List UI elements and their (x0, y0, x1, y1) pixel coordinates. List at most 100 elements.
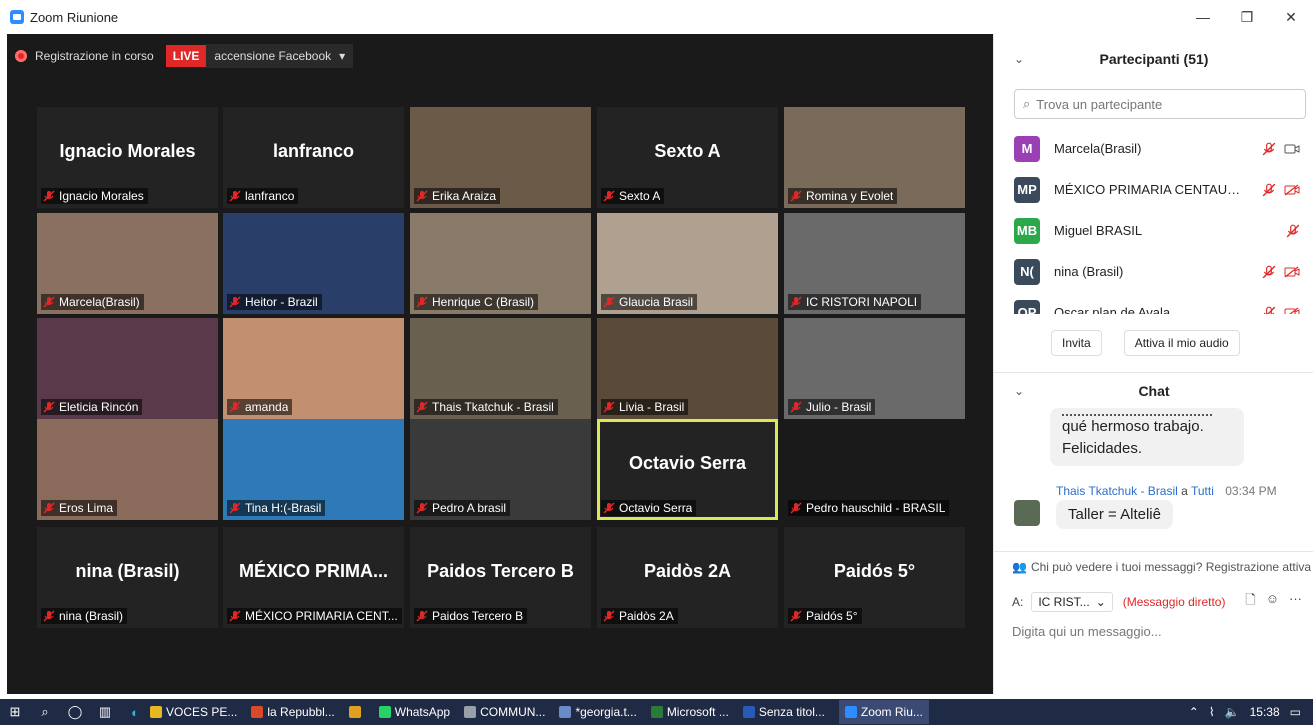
more-icon[interactable]: ··· (1289, 591, 1302, 613)
video-tile[interactable]: Ignacio Morales Ignacio Morales (37, 107, 218, 208)
caret-down-icon: ▾ (339, 49, 346, 63)
tile-footer: Romina y Evolet (788, 188, 898, 204)
taskbar-app[interactable]: la Repubbl... (251, 705, 335, 719)
taskbar-app[interactable]: COMMUN... (464, 705, 545, 719)
participant-status-icons (1262, 142, 1300, 156)
participant-row[interactable]: N(nina (Brasil) (994, 251, 1313, 292)
emoji-icon[interactable]: ☺ (1266, 591, 1279, 613)
video-tile[interactable]: Octavio Serra Octavio Serra (597, 419, 778, 520)
mic-muted-icon (603, 502, 615, 514)
live-stream-dropdown[interactable]: accensione Facebook ▾ (206, 44, 354, 68)
participant-row[interactable]: M Marcela(Brasil) (994, 128, 1313, 169)
video-tile[interactable]: Heitor - Brazil (223, 213, 404, 314)
video-tile[interactable]: Eros Lima (37, 419, 218, 520)
tile-footer: Glaucia Brasil (601, 294, 698, 310)
tile-display-name: lanfranco (272, 141, 355, 161)
tile-footer: Henrique C (Brasil) (414, 294, 539, 310)
cortana-icon[interactable]: ◯ (60, 704, 90, 720)
participant-name: Livia - Brasil (619, 400, 685, 414)
participant-row[interactable]: MB Miguel BRASIL (994, 210, 1313, 251)
video-off-icon (1284, 266, 1300, 277)
mic-muted-icon (229, 190, 241, 202)
taskbar-apps: VOCES PE... la Repubbl... WhatsApp COMMUN..… (150, 700, 943, 724)
chat-privacy-notice[interactable]: 👥 Chi può vedere i tuoi messaggi? Regist… (994, 551, 1313, 582)
edge-icon[interactable]: ◐ (120, 705, 150, 720)
show-hidden-icons[interactable]: ⌃ (1189, 705, 1199, 719)
participant-search-input[interactable]: ⌕ Trova un partecipante (1014, 89, 1306, 119)
tile-footer: Paidòs 2A (601, 608, 678, 624)
taskbar-app[interactable]: Microsoft ... (650, 705, 729, 719)
mic-muted-icon (43, 502, 55, 514)
recipient-dropdown[interactable]: IC RIST... ⌄ (1031, 592, 1113, 612)
video-tile[interactable]: Glaucia Brasil (597, 213, 778, 314)
participant-name: Romina y Evolet (806, 189, 894, 203)
unmute-me-button[interactable]: Attiva il mio audio (1123, 330, 1240, 356)
notifications-icon[interactable]: ▭ (1290, 705, 1301, 719)
video-tile[interactable]: IC RISTORI NAPOLI (784, 213, 965, 314)
avatar: N( (1014, 258, 1040, 285)
chat-sender[interactable]: Thais Tkatchuk - Brasil (1056, 484, 1178, 498)
video-tile[interactable]: Julio - Brasil (784, 318, 965, 419)
tile-footer: Marcela(Brasil) (41, 294, 144, 310)
video-tile[interactable]: Romina y Evolet (784, 107, 965, 208)
avatar: MB (1014, 217, 1040, 244)
participant-name: amanda (245, 400, 289, 414)
app-icon (348, 706, 361, 718)
mic-muted-icon (790, 190, 802, 202)
windows-start-icon[interactable]: ⊞ (0, 704, 30, 720)
network-icon[interactable]: ⌇ (1209, 705, 1215, 719)
video-tile[interactable]: Marcela(Brasil) (37, 213, 218, 314)
taskbar-app[interactable]: VOCES PE... (150, 705, 237, 719)
video-tile[interactable]: amanda (223, 318, 404, 419)
video-tile[interactable]: Paidós 5° Paidós 5° (784, 527, 965, 628)
participant-row[interactable]: OP Oscar plan de Avala (994, 292, 1313, 314)
close-button[interactable]: ✕ (1269, 0, 1313, 34)
chat-to-word: a (1181, 484, 1188, 498)
volume-icon[interactable]: 🔈 (1225, 705, 1240, 719)
app-icon (150, 706, 162, 718)
video-tile[interactable]: Sexto A Sexto A (597, 107, 778, 208)
chat-message-input[interactable]: Digita qui un messaggio... (1012, 624, 1162, 639)
tile-display-name: Paidos Tercero B (427, 561, 574, 581)
taskbar-app[interactable]: Senza titol... (742, 705, 825, 719)
video-tile[interactable]: Eleticia Rincón (37, 318, 218, 419)
video-tile[interactable]: Pedro hauschild - BRASIL (784, 419, 965, 520)
collapse-chat-icon[interactable]: ⌄ (1014, 384, 1024, 398)
taskbar-app[interactable]: *georgia.t... (559, 705, 637, 719)
search-icon[interactable]: ⌕ (30, 704, 60, 720)
system-tray: ⌃ ⌇ 🔈 15:38 ▭ (1189, 705, 1301, 719)
clock[interactable]: 15:38 (1250, 705, 1280, 719)
video-tile[interactable]: Thais Tkatchuk - Brasil (410, 318, 591, 419)
direct-message-label: (Messaggio diretto) (1122, 595, 1226, 609)
tile-footer: Paidós 5° (788, 608, 862, 624)
video-tile[interactable]: Tina H:(-Brasil (223, 419, 404, 520)
tile-footer: Eros Lima (41, 500, 118, 516)
video-tile[interactable]: Erika Araiza (410, 107, 591, 208)
video-tile[interactable]: Pedro A brasil (410, 419, 591, 520)
taskbar-app[interactable]: Zoom Riu... (838, 700, 929, 724)
mic-muted-icon (1262, 265, 1276, 278)
participant-name: lanfranco (245, 189, 295, 203)
chat-target[interactable]: Tutti (1191, 484, 1214, 498)
collapse-participants-icon[interactable]: ⌄ (1014, 52, 1024, 66)
participant-row[interactable]: MP MÉXICO PRIMARIA CENTAURO ... (994, 169, 1313, 210)
participant-name: Paidos Tercero B (432, 609, 524, 623)
video-tile[interactable]: Paidòs 2A Paidòs 2A (597, 527, 778, 628)
video-tile[interactable]: Henrique C (Brasil) (410, 213, 591, 314)
taskbar-app[interactable] (348, 706, 365, 718)
tile-footer: Thais Tkatchuk - Brasil (414, 399, 558, 415)
video-tile[interactable]: Paidos Tercero B Paidos Tercero B (410, 527, 591, 628)
taskbar-app-label: *georgia.t... (575, 705, 637, 719)
video-tile[interactable]: lanfranco lanfranco (223, 107, 404, 208)
video-tile[interactable]: Livia - Brasil (597, 318, 778, 419)
invite-button[interactable]: Invita (1051, 330, 1102, 356)
video-tile[interactable]: MÉXICO PRIMA... MÉXICO PRIMARIA CENT... (223, 527, 404, 628)
minimize-button[interactable]: — (1181, 0, 1225, 34)
task-view-icon[interactable]: ▥ (90, 704, 120, 720)
video-tile[interactable]: nina (Brasil) nina (Brasil) (37, 527, 218, 628)
taskbar-app[interactable]: WhatsApp (378, 705, 450, 719)
mic-muted-icon (416, 190, 428, 202)
participant-name: Oscar plan de Avala (1054, 305, 1171, 314)
file-icon[interactable]: 🗋 (1245, 591, 1255, 613)
maximize-button[interactable]: ❐ (1225, 0, 1269, 34)
